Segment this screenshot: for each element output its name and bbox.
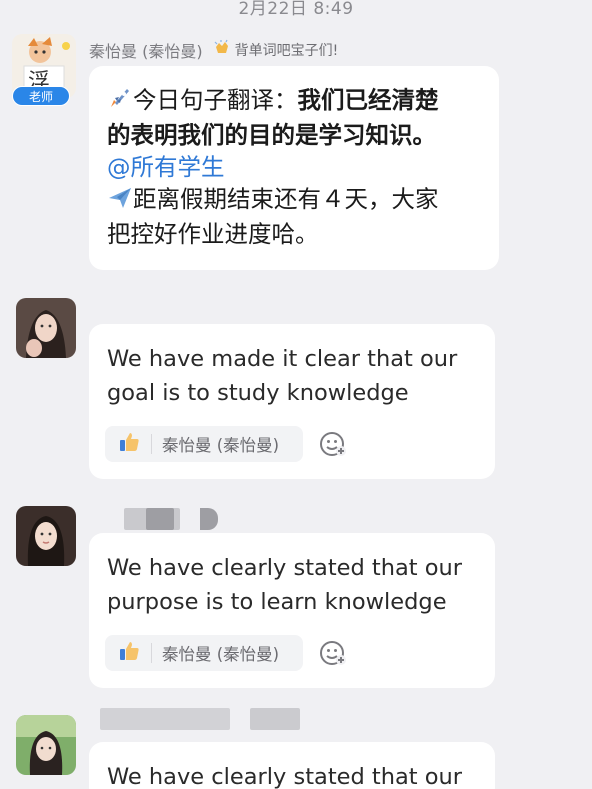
message-line-1: 今日句子翻译：我们已经清楚: [107, 84, 481, 119]
reaction-row-1: 秦怡曼 (秦怡曼): [105, 426, 349, 462]
reply-text-3: We have clearly stated that our: [107, 764, 463, 789]
add-emoji-icon[interactable]: [317, 637, 349, 669]
reply-bubble-3[interactable]: We have clearly stated that our: [89, 742, 495, 789]
message-line-2: 的表明我们的目的是学习知识。: [107, 121, 436, 149]
reaction-user-2: 秦怡曼 (秦怡曼): [162, 645, 280, 664]
reply-text-1: We have made it clear that our goal is t…: [107, 346, 458, 406]
rocket-icon: [107, 85, 133, 119]
teacher-message-bubble[interactable]: 今日句子翻译：我们已经清楚 的表明我们的目的是学习知识。 @所有学生 距离假期结…: [89, 66, 499, 270]
student-avatar-2[interactable]: [16, 506, 76, 566]
message-line-5: 把控好作业进度哈。: [107, 220, 319, 248]
teacher-motto: 背单词吧宝子们!: [213, 39, 339, 61]
teacher-name[interactable]: 秦怡曼 (秦怡曼): [89, 38, 203, 62]
thumbs-up-icon: [117, 639, 141, 667]
message-prefix: 今日句子翻译：: [133, 86, 298, 114]
reaction-row-2: 秦怡曼 (秦怡曼): [105, 635, 349, 671]
timestamp: 2月22日 8:49: [238, 0, 354, 19]
like-reaction-chip-1[interactable]: 秦怡曼 (秦怡曼): [105, 426, 303, 462]
message-line4-text: 距离假期结束还有４天，大家: [133, 185, 439, 213]
chip-divider: [151, 434, 152, 454]
reply-text-2: We have clearly stated that our purpose …: [107, 555, 463, 615]
like-reaction-chip-2[interactable]: 秦怡曼 (秦怡曼): [105, 635, 303, 671]
teacher-role-badge: 老师: [12, 86, 70, 106]
blurred-sender-name-3a: [100, 708, 230, 730]
portrait-avatar-icon: [16, 506, 76, 566]
teacher-sender-row: 秦怡曼 (秦怡曼) 背单词吧宝子们!: [89, 38, 338, 62]
reaction-user-1: 秦怡曼 (秦怡曼): [162, 436, 280, 455]
blurred-sender-name-2b: [146, 508, 174, 530]
message-line-4: 距离假期结束还有４天，大家: [107, 183, 481, 218]
chip-divider: [151, 643, 152, 663]
message-line1-bold: 我们已经清楚: [297, 86, 439, 114]
student-avatar-3[interactable]: [16, 715, 76, 775]
portrait-avatar-icon: [16, 715, 76, 775]
portrait-avatar-icon: [16, 298, 76, 358]
teacher-motto-text: 背单词吧宝子们!: [234, 43, 339, 59]
add-emoji-icon[interactable]: [317, 428, 349, 460]
reply-bubble-2[interactable]: We have clearly stated that our purpose …: [89, 533, 495, 688]
blurred-sender-name-2c: [200, 508, 218, 530]
blurred-sender-name-3b: [250, 708, 300, 730]
student-avatar-1[interactable]: [16, 298, 76, 358]
reply-bubble-1[interactable]: We have made it clear that our goal is t…: [89, 324, 495, 479]
mention-all-students[interactable]: @所有学生: [107, 151, 481, 183]
thumbs-up-icon: [117, 430, 141, 458]
clapping-hands-icon: [213, 39, 231, 61]
airplane-icon: [107, 184, 133, 218]
